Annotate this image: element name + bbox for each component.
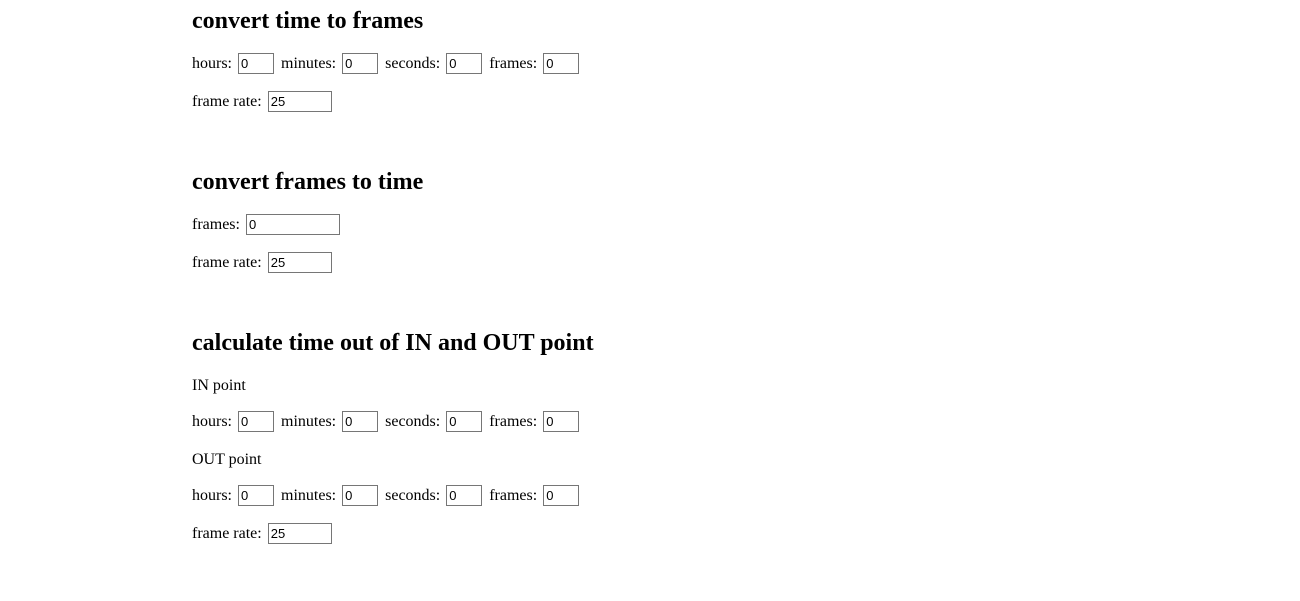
label-minutes: minutes: xyxy=(281,55,336,72)
label-out-seconds: seconds: xyxy=(385,487,440,504)
input-frame-rate[interactable] xyxy=(268,252,332,273)
label-frame-rate: frame rate: xyxy=(192,254,262,271)
label-in-point: IN point xyxy=(192,375,1092,397)
input-frame-rate[interactable] xyxy=(268,91,332,112)
input-in-frames[interactable] xyxy=(543,411,579,432)
label-frames: frames: xyxy=(192,216,240,233)
input-out-hours[interactable] xyxy=(238,485,274,506)
label-hours: hours: xyxy=(192,55,232,72)
label-frame-rate: frame rate: xyxy=(192,525,262,542)
label-out-frames: frames: xyxy=(489,487,537,504)
heading-in-out-point: calculate time out of IN and OUT point xyxy=(192,330,1092,357)
input-frame-rate[interactable] xyxy=(268,523,332,544)
input-minutes[interactable] xyxy=(342,53,378,74)
heading-frames-to-time: convert frames to time xyxy=(192,169,1092,196)
label-in-hours: hours: xyxy=(192,413,232,430)
label-frames: frames: xyxy=(489,55,537,72)
input-out-seconds[interactable] xyxy=(446,485,482,506)
input-out-minutes[interactable] xyxy=(342,485,378,506)
input-seconds[interactable] xyxy=(446,53,482,74)
input-frames[interactable] xyxy=(543,53,579,74)
input-hours[interactable] xyxy=(238,53,274,74)
section-frames-to-time: convert frames to time frames: frame rat… xyxy=(192,169,1092,274)
label-out-point: OUT point xyxy=(192,449,1092,471)
section-in-out-point: calculate time out of IN and OUT point I… xyxy=(192,330,1092,545)
input-in-hours[interactable] xyxy=(238,411,274,432)
section-time-to-frames: convert time to frames hours: minutes: s… xyxy=(192,8,1092,113)
label-in-seconds: seconds: xyxy=(385,413,440,430)
heading-time-to-frames: convert time to frames xyxy=(192,8,1092,35)
input-frames[interactable] xyxy=(246,214,340,235)
input-in-seconds[interactable] xyxy=(446,411,482,432)
label-out-minutes: minutes: xyxy=(281,487,336,504)
input-in-minutes[interactable] xyxy=(342,411,378,432)
label-out-hours: hours: xyxy=(192,487,232,504)
label-seconds: seconds: xyxy=(385,55,440,72)
label-in-minutes: minutes: xyxy=(281,413,336,430)
input-out-frames[interactable] xyxy=(543,485,579,506)
label-in-frames: frames: xyxy=(489,413,537,430)
label-frame-rate: frame rate: xyxy=(192,93,262,110)
